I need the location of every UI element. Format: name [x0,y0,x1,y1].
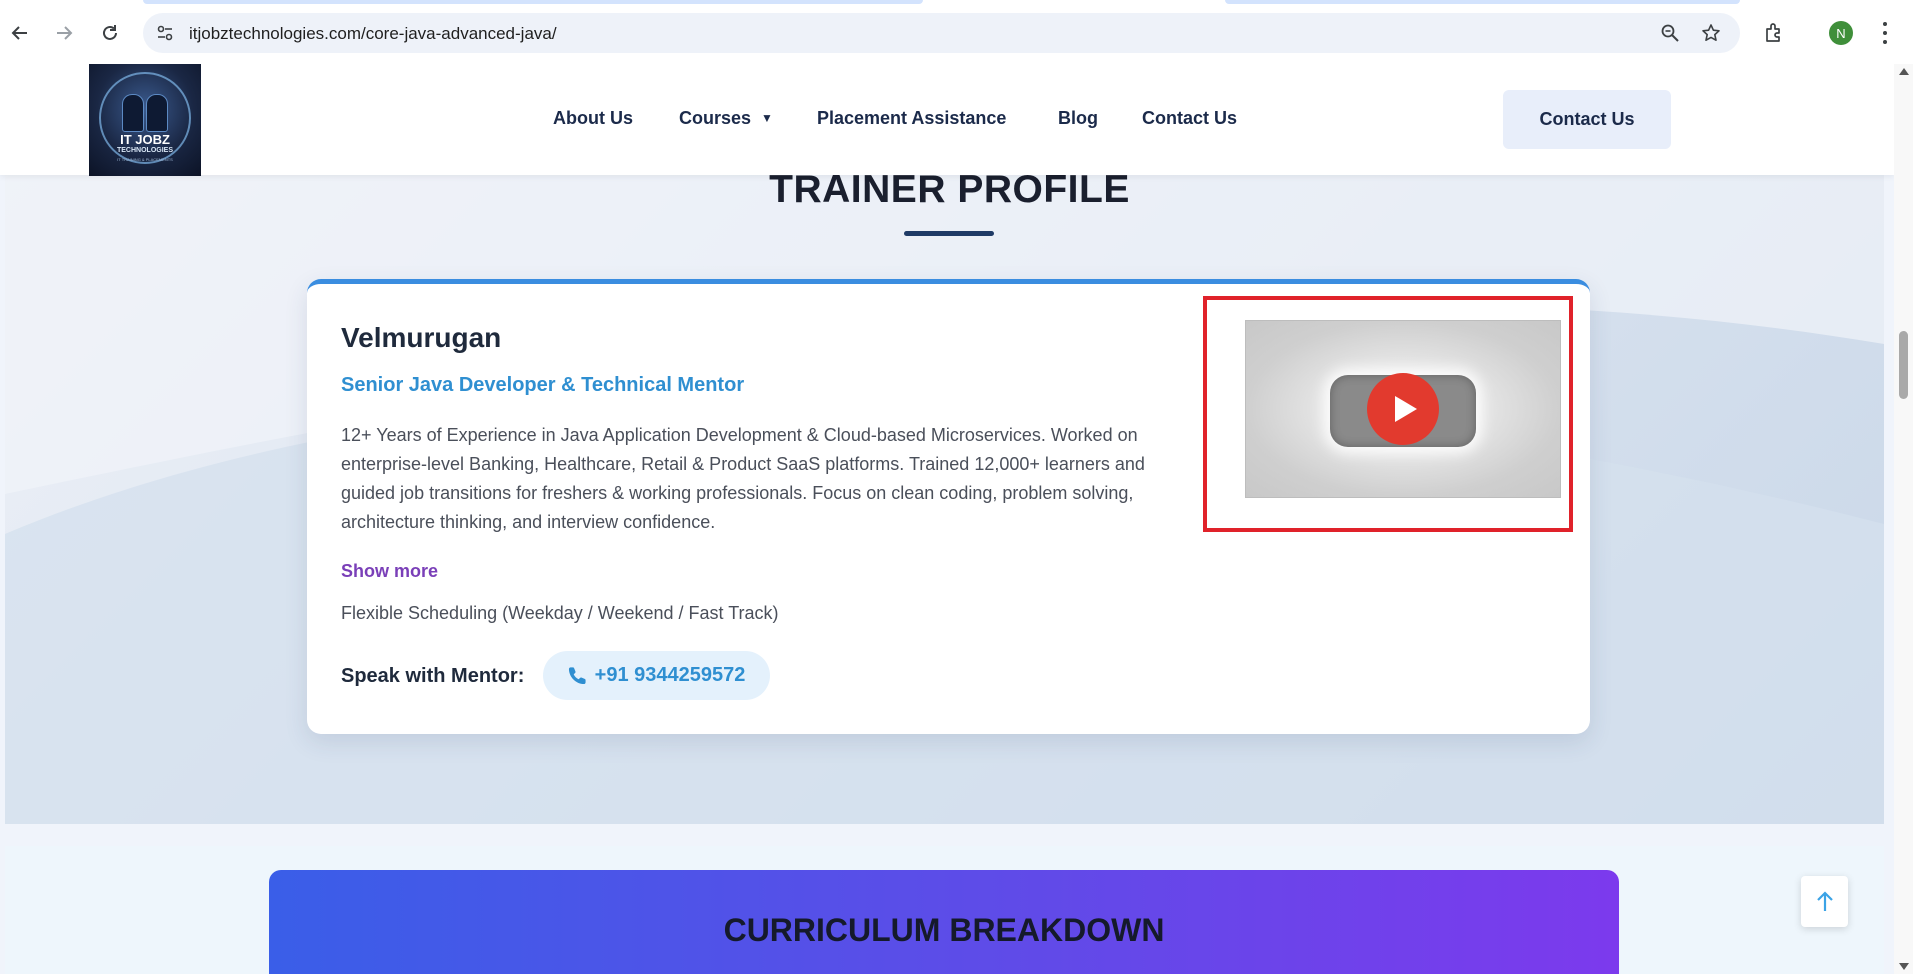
schedule-text: Flexible Scheduling (Weekday / Weekend /… [341,603,779,623]
page-scrollbar[interactable] [1894,64,1913,974]
address-bar[interactable]: itjobztechnologies.com/core-java-advance… [143,13,1740,53]
nav-contact-us[interactable]: Contact Us [1142,108,1237,129]
bookmark-star-icon[interactable] [1699,21,1723,45]
extensions-icon[interactable] [1761,20,1787,46]
show-more-link[interactable]: Show more [341,561,438,582]
video-thumbnail[interactable] [1245,320,1561,498]
browser-menu-icon[interactable] [1878,20,1892,46]
trainer-card: Velmurugan Senior Java Developer & Techn… [307,279,1590,734]
url-text[interactable]: itjobztechnologies.com/core-java-advance… [189,24,557,44]
tab-strip-edge [1225,0,1740,4]
title-underline [904,231,994,236]
trainer-section: TRAINER PROFILE Velmurugan Senior Java D… [5,64,1884,824]
back-to-top-button[interactable] [1801,876,1848,927]
site-header: IT JOBZ TECHNOLOGIES IT TRAINING & PLACE… [0,64,1894,176]
nav-placement-assistance[interactable]: Placement Assistance [817,108,1006,129]
logo-tagline: IT TRAINING & PLACEMENTS [117,157,173,162]
contact-us-button[interactable]: Contact Us [1503,90,1671,149]
forward-button[interactable] [48,17,80,49]
scrollbar-thumb[interactable] [1899,331,1908,399]
profile-avatar[interactable]: N [1829,21,1853,45]
play-icon[interactable] [1367,373,1439,445]
video-highlight-box [1203,296,1573,532]
logo-subtext: TECHNOLOGIES [116,147,173,154]
phone-icon [568,667,586,685]
scroll-down-arrow-icon[interactable] [1899,963,1909,970]
reload-icon [103,25,117,40]
page-viewport: TRAINER PROFILE Velmurugan Senior Java D… [0,64,1894,974]
logo-text: IT JOBZ [120,132,170,147]
nav-courses[interactable]: Courses ▼ [679,108,773,129]
scroll-up-arrow-icon[interactable] [1899,68,1909,75]
caret-down-icon: ▼ [761,111,773,125]
phone-button[interactable]: +91 9344259572 [543,651,770,700]
nav-blog[interactable]: Blog [1058,108,1098,129]
browser-toolbar: itjobztechnologies.com/core-java-advance… [0,0,1913,64]
trainer-name: Velmurugan [341,322,502,353]
trainer-bio: 12+ Years of Experience in Java Applicat… [341,425,1145,532]
curriculum-title: CURRICULUM BREAKDOWN [723,912,1165,948]
nav-courses-label: Courses [679,108,752,128]
tab-strip-edge [143,0,923,4]
logo-figure [146,94,168,132]
zoom-icon[interactable] [1658,21,1682,45]
reload-button[interactable] [94,17,126,49]
back-button[interactable] [4,17,36,49]
nav-about-us[interactable]: About Us [553,108,633,129]
site-logo[interactable]: IT JOBZ TECHNOLOGIES IT TRAINING & PLACE… [89,64,201,176]
phone-number: +91 9344259572 [594,664,746,686]
speak-with-mentor-label: Speak with Mentor: [341,665,525,687]
arrow-up-icon [1816,890,1833,911]
arrow-right-icon [57,26,73,40]
curriculum-banner: CURRICULUM BREAKDOWN [269,870,1619,974]
site-info-icon[interactable] [153,21,177,45]
arrow-left-icon [11,26,27,40]
logo-figure [122,94,144,132]
trainer-role: Senior Java Developer & Technical Mentor [341,374,745,396]
